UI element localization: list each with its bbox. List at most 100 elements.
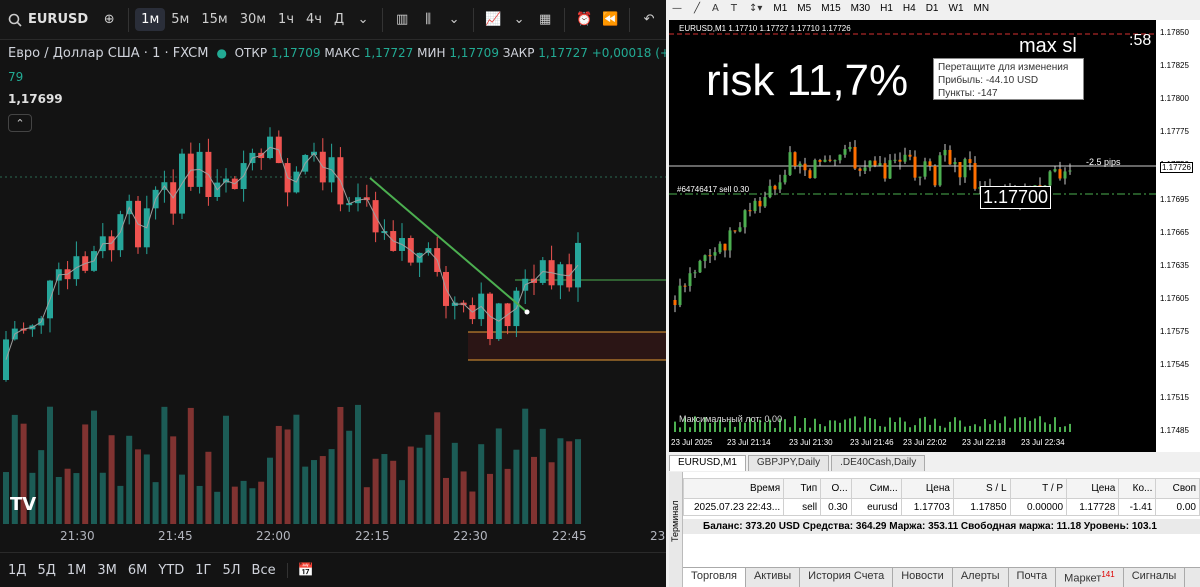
tf-w1[interactable]: W1 [944, 3, 969, 14]
tv-candle-chart[interactable] [0, 40, 666, 524]
range-3m[interactable]: 3М [97, 563, 117, 578]
chevron-down-icon[interactable]: ⌄ [350, 7, 376, 33]
range-1m[interactable]: 1М [67, 563, 87, 578]
range-ytd[interactable]: YTD [158, 563, 184, 578]
volume-bar [1019, 417, 1021, 432]
indicators-icon[interactable]: 📈 [480, 7, 506, 33]
symbol-search[interactable]: EURUSD [0, 12, 96, 27]
max-lot-label: Максимальный лот: 0.00 [679, 414, 783, 424]
candle-body [953, 162, 957, 165]
chart-tab-eurusd[interactable]: EURUSD,M1 [669, 455, 746, 471]
layout-grid-icon[interactable]: ▦ [532, 7, 558, 33]
tab-history[interactable]: История Счета [800, 568, 894, 587]
volume-bar [55, 476, 62, 524]
tf-15m[interactable]: 15м [195, 8, 233, 31]
range-1y[interactable]: 1Г [195, 563, 211, 578]
col-current-price[interactable]: Цена [1066, 478, 1120, 499]
volume-bar [152, 482, 159, 524]
chevron-down-icon[interactable]: ⌄ [506, 7, 532, 33]
volume-bar [38, 450, 45, 524]
alert-icon[interactable]: ⏰ [571, 7, 597, 33]
cell-swap: 0.00 [1155, 498, 1200, 516]
tf-h4[interactable]: H4 [898, 3, 921, 14]
volume-bar [284, 429, 291, 524]
tf-5m[interactable]: 5м [165, 8, 195, 31]
tf-m5[interactable]: M5 [792, 3, 816, 14]
undo-icon[interactable]: ↶ [636, 7, 662, 33]
candle-body [838, 154, 842, 161]
volume-bar [258, 481, 265, 524]
label-tool-icon[interactable]: T [725, 3, 743, 14]
trendline-icon[interactable]: ╱ [688, 3, 706, 14]
chart-tab-gbpjpy[interactable]: GBPJPY,Daily [747, 455, 830, 471]
time-label: 23 [650, 529, 666, 543]
volume-bar [82, 424, 89, 524]
arrow-tool-icon[interactable]: ↕▾ [743, 3, 768, 14]
tf-m15[interactable]: M15 [816, 3, 845, 14]
col-type[interactable]: Тип [783, 478, 822, 499]
tf-h1[interactable]: H1 [875, 3, 898, 14]
volume-bar [399, 480, 405, 524]
tf-m30[interactable]: M30 [846, 3, 875, 14]
col-volume[interactable]: О... [820, 478, 852, 499]
volume-bar [919, 418, 921, 432]
table-row[interactable]: 2025.07.23 22:43... sell 0.30 eurusd 1.1… [682, 498, 1200, 516]
tf-30m[interactable]: 30м [234, 8, 272, 31]
mt-chart[interactable]: EURUSD,M1 1.17710 1.17727 1.17710 1.1772… [669, 20, 1200, 452]
time-label: 23 Jul 2025 [671, 438, 713, 447]
text-tool-icon[interactable]: A [706, 3, 725, 14]
volume-bar [709, 423, 711, 432]
volume-bar [1049, 424, 1051, 432]
tf-4h[interactable]: 4ч [300, 8, 328, 31]
volume-bar [974, 424, 976, 432]
range-1d[interactable]: 1Д [8, 563, 26, 578]
tf-m1[interactable]: M1 [768, 3, 792, 14]
candle-body [778, 182, 782, 190]
candle-body [788, 152, 792, 175]
collapse-legend-button[interactable]: ⌃ [8, 114, 32, 132]
col-time[interactable]: Время [682, 478, 785, 499]
col-tp[interactable]: T / P [1009, 478, 1068, 499]
tab-market[interactable]: Маркет141 [1056, 568, 1124, 587]
tab-assets[interactable]: Активы [746, 568, 801, 587]
tf-d[interactable]: Д [328, 8, 350, 31]
candle-body [938, 155, 942, 186]
col-price[interactable]: Цена [900, 478, 954, 499]
col-symbol[interactable]: Сим... [850, 478, 902, 499]
candles-icon[interactable]: ▥ [389, 7, 415, 33]
chart-tab-de40[interactable]: .DE40Cash,Daily [831, 455, 926, 471]
volume-bar [416, 447, 423, 524]
replay-icon[interactable]: ⏪ [597, 7, 623, 33]
tab-alerts[interactable]: Алерты [953, 568, 1009, 587]
candle-body [673, 300, 677, 306]
tab-mail[interactable]: Почта [1009, 568, 1057, 587]
line-tool-icon[interactable]: — [666, 3, 688, 14]
price-label: 1.17605 [1160, 294, 1189, 303]
range-5y[interactable]: 5Л [222, 563, 240, 578]
col-sl[interactable]: S / L [952, 478, 1011, 499]
volume-bar [179, 474, 185, 524]
col-swap[interactable]: Своп [1155, 478, 1200, 499]
range-5d[interactable]: 5Д [37, 563, 55, 578]
open-label: ОТКР [234, 46, 268, 60]
bars-icon[interactable]: ⫼ [415, 7, 441, 33]
range-6m[interactable]: 6М [128, 563, 148, 578]
tf-1h[interactable]: 1ч [272, 8, 300, 31]
goto-date-icon[interactable]: 📅 [286, 562, 314, 578]
tf-mn[interactable]: MN [969, 3, 995, 14]
tf-1m[interactable]: 1м [135, 8, 166, 31]
chevron-down-icon[interactable]: ⌄ [441, 7, 467, 33]
tab-signals[interactable]: Сигналы [1124, 568, 1186, 587]
tab-trade[interactable]: Торговля [683, 568, 746, 587]
time-label: 23 Jul 21:14 [727, 438, 771, 447]
volume-bar [91, 410, 97, 524]
tf-d1[interactable]: D1 [921, 3, 944, 14]
volume-bar [1044, 422, 1046, 432]
range-all[interactable]: Все [252, 563, 276, 578]
order-line-label[interactable]: #64746417 sell 0.30 [677, 185, 749, 194]
add-symbol-icon[interactable]: ⊕ [96, 7, 122, 33]
tab-news[interactable]: Новости [893, 568, 953, 587]
col-commission[interactable]: Ко... [1118, 478, 1157, 499]
price-label: 1.17850 [1160, 28, 1189, 37]
mt-time-axis: 23 Jul 2025 23 Jul 21:14 23 Jul 21:30 23… [669, 435, 1156, 452]
